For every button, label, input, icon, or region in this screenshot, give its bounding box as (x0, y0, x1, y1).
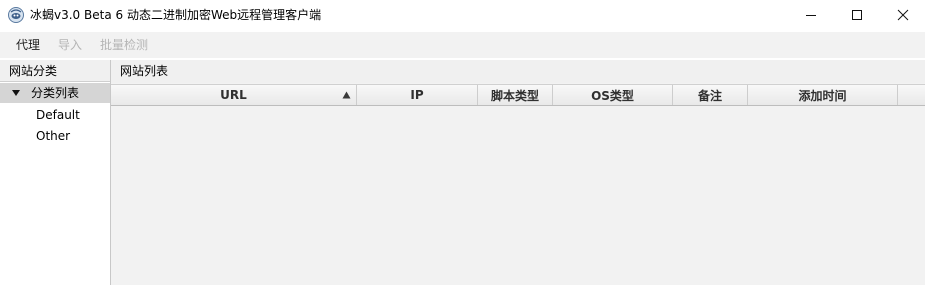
window-title: 冰蝎v3.0 Beta 6 动态二进制加密Web远程管理客户端 (30, 8, 322, 22)
scorpion-app-icon (8, 7, 24, 23)
site-list-title: 网站列表 (120, 64, 169, 78)
column-header-os-type[interactable]: OS类型 (553, 85, 673, 105)
site-list-panel: 网站列表 URL IP 脚本类型 OS类型 备注 添加时间 (111, 60, 925, 285)
column-header-filler (898, 85, 925, 105)
menu-batch-check[interactable]: 批量检测 (100, 37, 148, 53)
column-header-script-type[interactable]: 脚本类型 (478, 85, 553, 105)
site-list-header: 网站列表 (111, 60, 925, 83)
category-panel: 网站分类 分类列表 Default Other (0, 60, 111, 285)
category-panel-header: 网站分类 (0, 60, 110, 82)
column-header-url[interactable]: URL (111, 85, 357, 105)
site-table-body[interactable] (111, 106, 925, 285)
close-icon (897, 9, 909, 21)
column-header-note[interactable]: 备注 (673, 85, 748, 105)
site-table-header: URL IP 脚本类型 OS类型 备注 添加时间 (111, 84, 925, 106)
category-panel-title: 网站分类 (9, 64, 58, 78)
tree-item-default[interactable]: Default (36, 108, 80, 122)
menu-bar: 代理 导入 批量检测 (0, 32, 925, 58)
column-header-added-time[interactable]: 添加时间 (748, 85, 898, 105)
expand-arrow-icon[interactable] (10, 87, 22, 99)
maximize-icon (852, 10, 862, 20)
tree-item-other[interactable]: Other (36, 129, 70, 143)
minimize-button[interactable] (788, 0, 834, 30)
column-header-ip[interactable]: IP (357, 85, 478, 105)
tree-root-label: 分类列表 (31, 86, 80, 100)
maximize-button[interactable] (834, 0, 880, 30)
sort-ascending-icon (342, 91, 351, 99)
menu-import[interactable]: 导入 (58, 37, 82, 53)
minimize-icon (806, 15, 816, 16)
close-button[interactable] (880, 0, 925, 30)
tree-item-category-list[interactable]: 分类列表 (0, 83, 110, 103)
title-bar: 冰蝎v3.0 Beta 6 动态二进制加密Web远程管理客户端 (0, 0, 925, 30)
menu-proxy[interactable]: 代理 (16, 37, 40, 53)
